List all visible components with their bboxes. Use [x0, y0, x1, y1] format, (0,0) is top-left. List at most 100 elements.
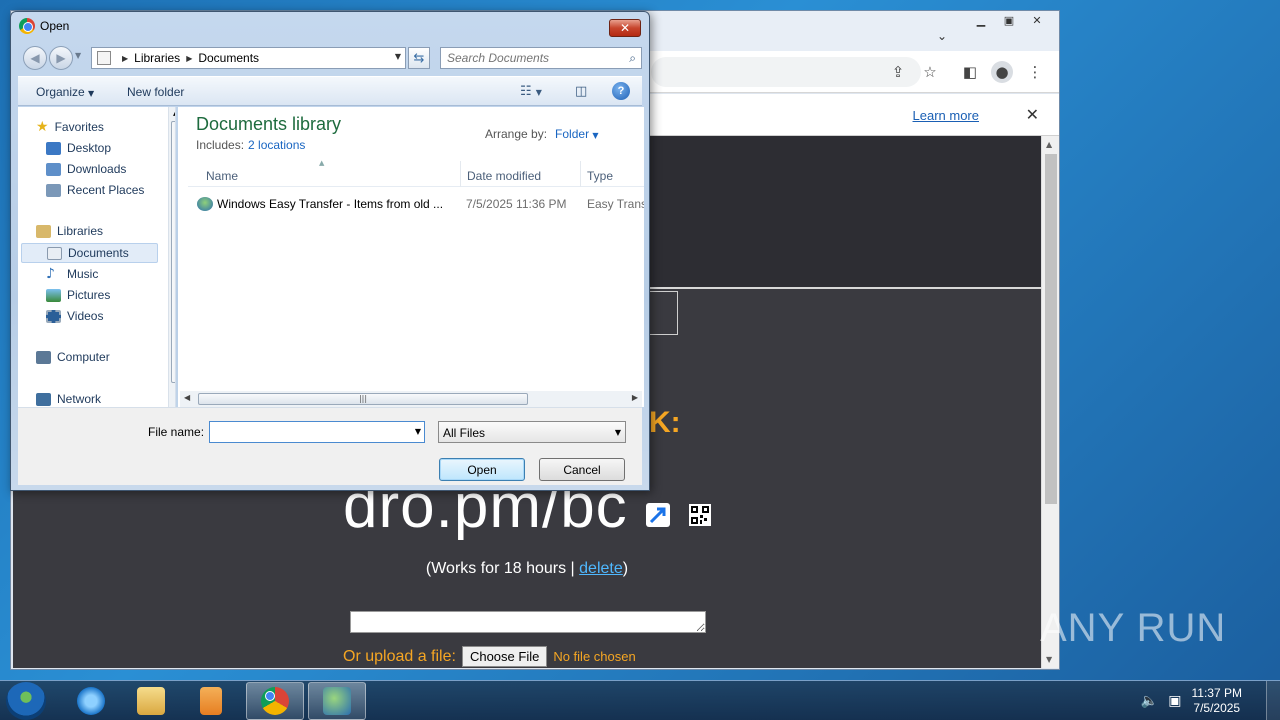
downloads-icon [46, 162, 61, 176]
nav-scroll-thumb[interactable] [171, 121, 175, 383]
view-options-icon[interactable]: ☷ ▼ [520, 84, 542, 99]
volume-icon[interactable]: 🔈 [1141, 693, 1158, 709]
nav-desktop[interactable]: Desktop [46, 138, 115, 158]
folder-icon [137, 687, 165, 715]
address-dropdown-icon[interactable]: ▼ [395, 52, 401, 61]
filename-combobox[interactable]: ▼ [209, 421, 425, 443]
scroll-up-icon[interactable]: ▲ [173, 109, 175, 117]
taskbar-internet-explorer[interactable] [62, 682, 120, 720]
profile-icon[interactable]: ● [991, 61, 1013, 83]
dialog-footer: File name: ▼ All Files ▼ Open Cancel [18, 407, 642, 485]
network-tray-icon[interactable]: ▣ [1168, 693, 1181, 709]
filename-input[interactable] [210, 422, 400, 442]
paste-textarea[interactable] [350, 611, 706, 633]
scroll-up-icon[interactable]: ▲ [1046, 140, 1052, 149]
anyrun-watermark: ANY RUN [1040, 606, 1226, 651]
minimize-icon[interactable]: ▁ [967, 11, 995, 29]
scroll-thumb[interactable] [1045, 154, 1057, 504]
scroll-down-icon[interactable]: ▼ [1046, 655, 1052, 664]
library-includes: Includes: 2 locations [196, 138, 305, 152]
refresh-icon[interactable]: ⇆ [408, 47, 430, 69]
forward-icon[interactable]: ▶ [49, 46, 73, 70]
recent-locations-icon[interactable]: ▼ [75, 51, 81, 60]
qr-code-icon[interactable] [689, 504, 711, 526]
scroll-left-icon[interactable]: ◀ [184, 393, 190, 402]
nav-favorites-label: Favorites [54, 120, 104, 134]
organize-button[interactable]: Organize ▼ [36, 85, 94, 99]
clock[interactable]: 11:37 PM 7/5/2025 [1192, 686, 1242, 716]
column-divider[interactable] [460, 161, 461, 187]
breadcrumb-separator-icon[interactable]: ▶ [186, 54, 192, 63]
external-link-icon[interactable] [646, 503, 670, 527]
horizontal-scroll-thumb[interactable]: ||| [198, 393, 528, 405]
breadcrumb-documents[interactable]: Documents [198, 51, 259, 65]
close-icon[interactable]: ✕ [1026, 105, 1039, 124]
column-name[interactable]: Name [206, 169, 238, 183]
network-icon [36, 392, 51, 406]
nav-computer-label: Computer [57, 350, 110, 364]
file-type: Easy Transfe [587, 197, 644, 211]
navigation-pane: ★ Favorites Desktop Downloads Recent Pla… [18, 107, 176, 407]
cancel-button[interactable]: Cancel [539, 458, 625, 481]
address-bar[interactable] [651, 57, 921, 87]
nav-favorites[interactable]: ★ Favorites [36, 119, 104, 135]
nav-libraries[interactable]: Libraries [36, 224, 103, 238]
breadcrumb-separator-icon[interactable]: ▶ [122, 54, 128, 63]
videos-icon [46, 309, 61, 323]
filetype-select[interactable]: All Files ▼ [438, 421, 626, 443]
arrange-dropdown[interactable]: Folder ▼ [555, 127, 599, 141]
horizontal-scrollbar[interactable]: ◀ ||| ▶ [180, 391, 642, 407]
nav-music[interactable]: ♪ Music [46, 264, 102, 284]
sidepanel-icon[interactable]: ◧ [959, 61, 981, 83]
nav-computer[interactable]: Computer [36, 350, 110, 364]
nav-network[interactable]: Network [36, 392, 101, 406]
music-icon: ♪ [46, 266, 55, 282]
locations-link[interactable]: 2 locations [248, 138, 305, 152]
maximize-icon[interactable]: ▣ [995, 11, 1023, 29]
start-button[interactable] [6, 682, 46, 720]
taskbar-chrome[interactable] [246, 682, 304, 720]
dialog-address-bar[interactable]: ▶ Libraries ▶ Documents ▼ [91, 47, 406, 69]
file-row[interactable]: Windows Easy Transfer - Items from old .… [188, 193, 644, 215]
back-icon[interactable]: ◀ [23, 46, 47, 70]
chrome-icon [19, 18, 35, 34]
learn-more-link[interactable]: Learn more [913, 108, 979, 123]
help-icon[interactable]: ? [612, 82, 630, 100]
nav-pictures-label: Pictures [67, 288, 111, 302]
scroll-right-icon[interactable]: ▶ [632, 393, 638, 402]
taskbar-media-player[interactable] [182, 682, 240, 720]
new-folder-button[interactable]: New folder [127, 85, 184, 99]
dialog-close-button[interactable]: ✕ [609, 19, 641, 37]
preview-pane-icon[interactable]: ◫ [575, 84, 587, 99]
clock-time: 11:37 PM [1191, 686, 1242, 700]
nav-downloads[interactable]: Downloads [46, 159, 130, 179]
column-type[interactable]: Type [587, 169, 613, 183]
delete-link[interactable]: delete [579, 560, 623, 577]
star-icon[interactable]: ☆ [919, 61, 941, 83]
taskbar-easy-transfer[interactable] [308, 682, 366, 720]
share-icon[interactable]: ⇪ [887, 61, 909, 83]
dialog-title: Open [19, 18, 69, 34]
breadcrumb-libraries[interactable]: Libraries [134, 51, 180, 65]
column-date-modified[interactable]: Date modified [467, 169, 541, 183]
nav-recent-places[interactable]: Recent Places [46, 180, 148, 200]
close-icon[interactable]: ✕ [1023, 11, 1051, 29]
arrange-by: Arrange by: Folder ▼ [485, 127, 599, 141]
menu-icon[interactable]: ⋮ [1024, 61, 1046, 83]
chevron-down-icon[interactable]: ▼ [415, 427, 421, 436]
open-button[interactable]: Open [439, 458, 525, 481]
nav-pictures[interactable]: Pictures [46, 285, 114, 305]
nav-libraries-label: Libraries [57, 224, 104, 238]
search-box[interactable]: ⌕ [440, 47, 642, 69]
tab-search-icon[interactable]: ⌄ [937, 29, 947, 43]
nav-scrollbar[interactable]: ▲ [168, 107, 175, 407]
choose-file-button[interactable]: Choose File [461, 646, 548, 667]
taskbar-file-explorer[interactable] [122, 682, 180, 720]
nav-documents[interactable]: Documents [21, 243, 158, 263]
search-icon[interactable]: ⌕ [629, 51, 636, 66]
show-desktop-button[interactable] [1266, 681, 1280, 720]
column-divider[interactable] [580, 161, 581, 187]
search-input[interactable] [441, 48, 611, 68]
nav-videos[interactable]: Videos [46, 306, 107, 326]
page-scrollbar[interactable]: ▲ ▼ [1041, 136, 1059, 668]
